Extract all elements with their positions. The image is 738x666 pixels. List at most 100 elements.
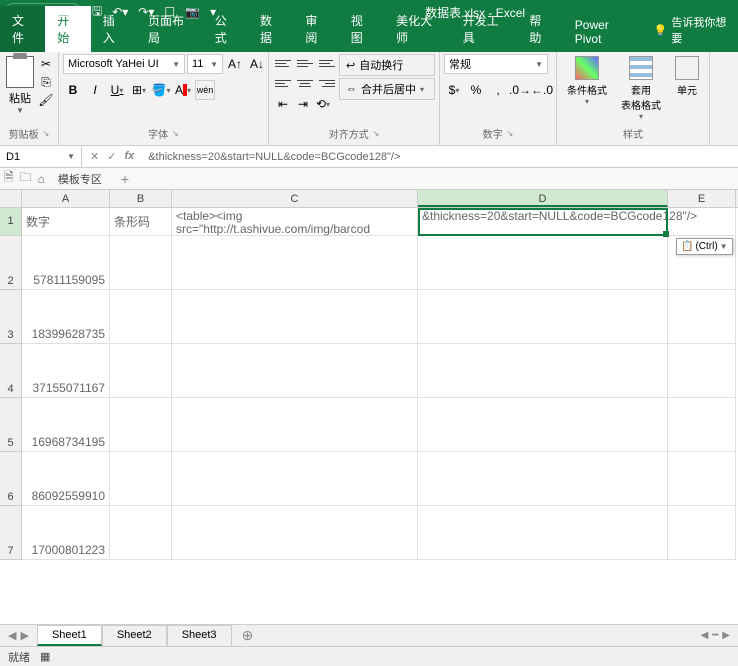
tab-file[interactable]: 文件	[0, 6, 45, 52]
tab-view[interactable]: 视图	[339, 6, 384, 52]
tab-developer[interactable]: 开发工具	[451, 6, 518, 52]
number-format-select[interactable]: 常规▼	[444, 54, 548, 74]
home-icon[interactable]: ⌂	[38, 172, 45, 186]
paste-button[interactable]: 粘贴 ▼	[4, 54, 36, 117]
number-dialog-launcher-icon[interactable]: ↘	[507, 129, 514, 138]
row-header-3[interactable]: 3	[0, 290, 22, 344]
cell-a4[interactable]: 37155071167	[22, 344, 110, 398]
cell-a6[interactable]: 86092559910	[22, 452, 110, 506]
col-header-e[interactable]: E	[668, 190, 736, 207]
scroll-bar-icon[interactable]: ━	[712, 630, 718, 641]
cell-a3[interactable]: 18399628735	[22, 290, 110, 344]
select-all-button[interactable]	[0, 190, 22, 207]
folder-icon[interactable]: 🗀	[20, 168, 32, 189]
merge-center-button[interactable]: ⇔ 合并后居中 ▾	[339, 78, 435, 100]
cell-b7[interactable]	[110, 506, 172, 560]
copy-icon[interactable]: ⎘	[38, 74, 54, 90]
cell-e4[interactable]	[668, 344, 736, 398]
template-tab[interactable]: 模板专区	[51, 168, 109, 190]
decrease-decimal-icon[interactable]: ←.0	[532, 80, 552, 100]
col-header-c[interactable]: C	[172, 190, 418, 207]
tab-formulas[interactable]: 公式	[203, 6, 248, 52]
scroll-left-icon[interactable]: ◀	[701, 630, 709, 641]
cell-e7[interactable]	[668, 506, 736, 560]
sheet-prev-icon[interactable]: ◀	[8, 629, 16, 642]
font-name-select[interactable]: Microsoft YaHei UI▼	[63, 54, 185, 74]
decrease-font-icon[interactable]: A↓	[247, 54, 267, 74]
cell-e6[interactable]	[668, 452, 736, 506]
font-color-button[interactable]: A▾	[173, 80, 193, 100]
row-header-6[interactable]: 6	[0, 452, 22, 506]
paste-options-button[interactable]: 📋 (Ctrl) ▼	[676, 238, 733, 255]
alignment-dialog-launcher-icon[interactable]: ↘	[373, 129, 380, 138]
align-middle-icon[interactable]	[295, 54, 315, 72]
cell-b1[interactable]: 条形码	[110, 208, 172, 236]
bold-button[interactable]: B	[63, 80, 83, 100]
row-header-1[interactable]: 1	[0, 208, 22, 236]
cell-a2[interactable]: 57811159095	[22, 236, 110, 290]
col-header-d[interactable]: D	[418, 190, 668, 207]
tab-beautify[interactable]: 美化大师	[384, 6, 451, 52]
wrap-text-button[interactable]: ↩ 自动换行	[339, 54, 435, 76]
cell-d3[interactable]	[418, 290, 668, 344]
tab-help[interactable]: 帮助	[517, 6, 562, 52]
align-bottom-icon[interactable]	[317, 54, 337, 72]
name-box[interactable]: D1▼	[0, 146, 82, 167]
cell-styles-button[interactable]: 单元	[669, 54, 705, 99]
cell-d4[interactable]	[418, 344, 668, 398]
tab-insert[interactable]: 插入	[91, 6, 136, 52]
cell-e3[interactable]	[668, 290, 736, 344]
phonetic-button[interactable]: wén	[195, 80, 215, 100]
underline-button[interactable]: U▾	[107, 80, 127, 100]
orientation-icon[interactable]: ⟲▾	[313, 94, 333, 114]
spreadsheet-grid[interactable]: A B C D E 1 数字 条形码 2 57811159095 3 18399…	[0, 190, 738, 624]
border-button[interactable]: ⊞▾	[129, 80, 149, 100]
tab-data[interactable]: 数据	[248, 6, 293, 52]
sheet-tab-1[interactable]: Sheet1	[37, 625, 102, 646]
tab-page-layout[interactable]: 页面布局	[136, 6, 203, 52]
cell-b6[interactable]	[110, 452, 172, 506]
tab-review[interactable]: 审阅	[293, 6, 338, 52]
cell-b3[interactable]	[110, 290, 172, 344]
comma-icon[interactable]: ,	[488, 80, 508, 100]
cell-c6[interactable]	[172, 452, 418, 506]
align-top-icon[interactable]	[273, 54, 293, 72]
cell-d6[interactable]	[418, 452, 668, 506]
col-header-b[interactable]: B	[110, 190, 172, 207]
cell-a1[interactable]: 数字	[22, 208, 110, 236]
format-painter-icon[interactable]: 🖌	[38, 92, 54, 108]
cell-a5[interactable]: 16968734195	[22, 398, 110, 452]
add-sub-tab-icon[interactable]: +	[115, 171, 135, 187]
cell-b5[interactable]	[110, 398, 172, 452]
row-header-4[interactable]: 4	[0, 344, 22, 398]
cell-d7[interactable]	[418, 506, 668, 560]
scroll-right-icon[interactable]: ▶	[722, 630, 730, 641]
formula-input[interactable]: &thickness=20&start=NULL&code=BCGcode128…	[142, 151, 738, 163]
italic-button[interactable]: I	[85, 80, 105, 100]
insert-function-icon[interactable]: fx	[124, 150, 134, 163]
increase-indent-icon[interactable]: ⇥	[293, 94, 313, 114]
row-header-7[interactable]: 7	[0, 506, 22, 560]
add-sheet-icon[interactable]: ⊕	[232, 627, 264, 644]
font-size-select[interactable]: 11▼	[187, 54, 223, 74]
cell-d5[interactable]	[418, 398, 668, 452]
row-header-5[interactable]: 5	[0, 398, 22, 452]
align-left-icon[interactable]	[273, 74, 293, 92]
sheet-tab-2[interactable]: Sheet2	[102, 625, 167, 646]
currency-icon[interactable]: $▾	[444, 80, 464, 100]
file-icon[interactable]: 🗎	[4, 168, 14, 189]
cell-c3[interactable]	[172, 290, 418, 344]
tab-power-pivot[interactable]: Power Pivot	[563, 12, 644, 52]
percent-icon[interactable]: %	[466, 80, 486, 100]
col-header-a[interactable]: A	[22, 190, 110, 207]
format-table-button[interactable]: 套用 表格格式▾	[615, 54, 667, 123]
cell-e5[interactable]	[668, 398, 736, 452]
align-right-icon[interactable]	[317, 74, 337, 92]
cell-c5[interactable]	[172, 398, 418, 452]
enter-formula-icon[interactable]: ✓	[107, 150, 116, 163]
cell-c2[interactable]	[172, 236, 418, 290]
cell-b2[interactable]	[110, 236, 172, 290]
conditional-format-button[interactable]: 条件格式▾	[561, 54, 613, 108]
increase-decimal-icon[interactable]: .0→	[510, 80, 530, 100]
tell-me-search[interactable]: 💡 告诉我你想要	[644, 8, 738, 52]
